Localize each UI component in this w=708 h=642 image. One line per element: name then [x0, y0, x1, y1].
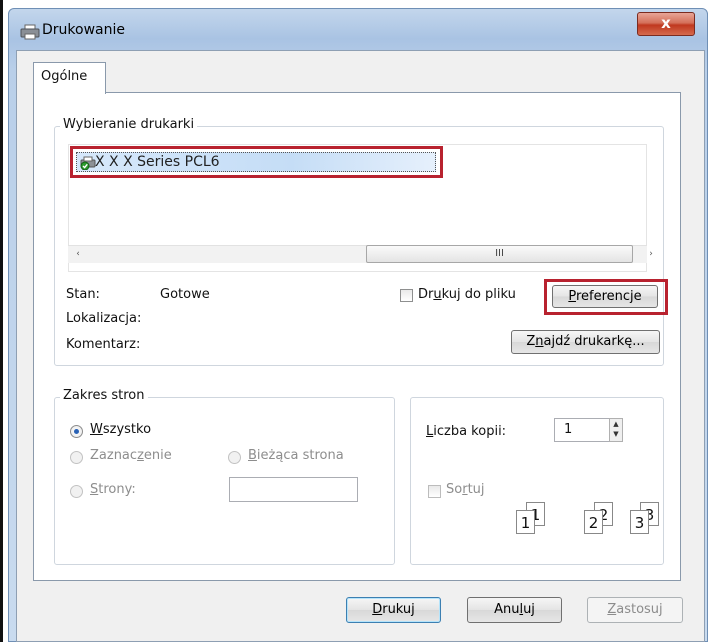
- page-range-legend: Zakres stron: [60, 388, 148, 403]
- close-button[interactable]: x: [637, 12, 695, 36]
- collate-page: 3: [630, 510, 649, 534]
- label-part: ajdź drukarkę...: [543, 334, 645, 349]
- spin-down-icon[interactable]: ▼: [610, 429, 622, 439]
- access-key: B: [248, 448, 257, 463]
- label-part: rukuj: [382, 602, 415, 617]
- label-part: uj: [523, 602, 535, 617]
- printer-select-legend: Wybieranie drukarki: [60, 117, 198, 132]
- cancel-button[interactable]: Anuluj: [467, 597, 562, 623]
- printer-default-icon: [80, 156, 96, 171]
- print-button[interactable]: Drukuj: [346, 597, 441, 623]
- access-key: W: [90, 422, 103, 437]
- collate-page: 1: [516, 510, 535, 534]
- label-part: ieżąca strona: [256, 448, 344, 463]
- status-value: Gotowe: [160, 287, 210, 302]
- copies-spinner[interactable]: ▲ ▼: [609, 418, 623, 442]
- radio-selection[interactable]: [70, 451, 83, 464]
- label-part: iczba kopii:: [433, 424, 507, 439]
- label-part: astosuj: [616, 602, 663, 617]
- printer-icon: [20, 24, 40, 40]
- selection-label: Zaznaczenie: [90, 448, 172, 463]
- find-printer-button[interactable]: Znajdź drukarkę...: [511, 330, 660, 354]
- pages-label: Strony:: [90, 482, 136, 497]
- tab-general[interactable]: Ogólne: [33, 62, 106, 94]
- collate-page: 2: [584, 510, 603, 534]
- radio-pages[interactable]: [70, 485, 83, 498]
- scrollbar-thumb[interactable]: III: [366, 245, 633, 263]
- access-key: z: [137, 448, 144, 463]
- preferences-button[interactable]: Preferencje: [552, 285, 658, 308]
- label-part: tuj: [467, 482, 485, 497]
- label-part: trony:: [98, 482, 136, 497]
- label-part: Zaznac: [90, 448, 138, 463]
- apply-button[interactable]: Zastosuj: [587, 597, 683, 623]
- pages-input[interactable]: [229, 477, 358, 502]
- all-pages-label[interactable]: Wszystko: [90, 422, 151, 437]
- printer-name: X X X Series PCL6: [95, 154, 220, 170]
- access-key: Z: [607, 602, 617, 617]
- access-key: n: [535, 334, 544, 349]
- label-part: Dr: [418, 287, 434, 302]
- radio-all-pages[interactable]: [70, 425, 83, 438]
- copies-input[interactable]: 1: [554, 418, 610, 442]
- label-part: szystko: [102, 422, 152, 437]
- close-icon: x: [661, 14, 671, 32]
- print-to-file-label[interactable]: Drukuj do pliku: [418, 287, 516, 302]
- scroll-right-icon[interactable]: ›: [643, 246, 659, 262]
- status-label: Stan:: [66, 287, 100, 302]
- spin-up-icon[interactable]: ▲: [610, 419, 622, 429]
- copies-value: 1: [564, 422, 573, 437]
- label-part: referencje: [575, 289, 642, 304]
- scroll-left-icon[interactable]: ‹: [70, 246, 86, 262]
- label-part: kuj do pliku: [441, 287, 516, 302]
- access-key: D: [372, 602, 383, 617]
- tab-general-label: Ogólne: [41, 69, 88, 84]
- access-key: P: [568, 289, 576, 304]
- print-to-file-checkbox[interactable]: [400, 289, 413, 302]
- collate-checkbox[interactable]: [428, 485, 441, 498]
- collate-label: Sortuj: [446, 482, 485, 497]
- label-part: enie: [143, 448, 172, 463]
- label-part: Anu: [494, 602, 520, 617]
- label-part: So: [446, 482, 463, 497]
- radio-current-page[interactable]: [228, 451, 241, 464]
- window-title: Drukowanie: [42, 22, 125, 38]
- location-label: Lokalizacja:: [66, 311, 142, 326]
- scrollbar-grip-icon: III: [495, 248, 504, 259]
- comment-label: Komentarz:: [66, 337, 141, 352]
- label-part: Z: [526, 334, 536, 349]
- collate-preview-icon: 1 1 2 2 3 3: [514, 500, 664, 540]
- access-key: u: [433, 287, 442, 302]
- copies-label: Liczba kopii:: [426, 424, 506, 439]
- current-page-label: Bieżąca strona: [248, 448, 344, 463]
